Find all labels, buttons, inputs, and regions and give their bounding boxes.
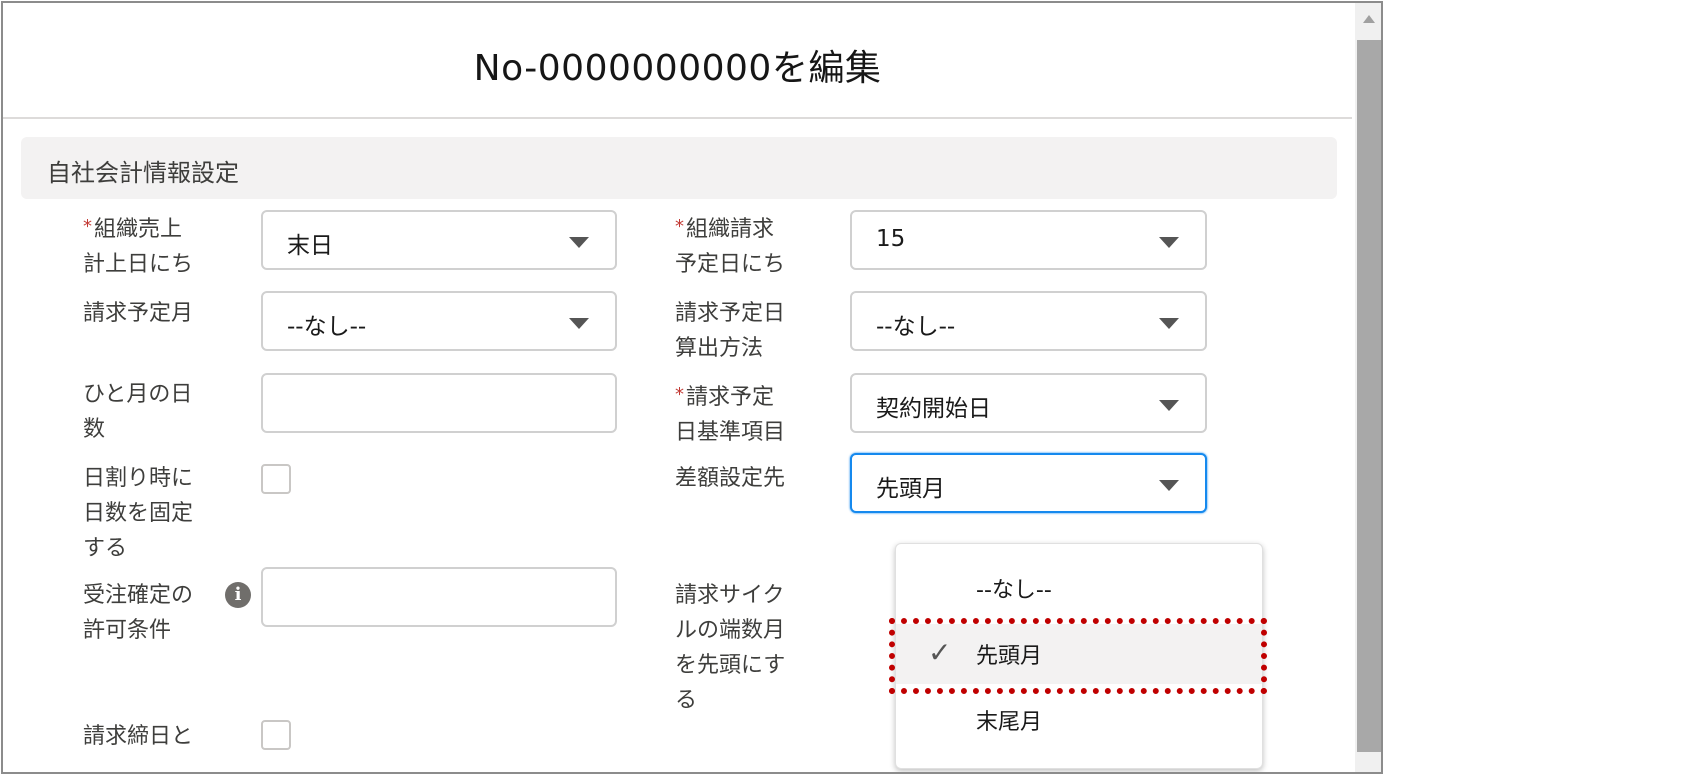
- label-diff-target: 差額設定先: [675, 466, 786, 491]
- caret-down-icon: [569, 237, 589, 248]
- caret-down-icon: [1159, 318, 1179, 329]
- diff-target-select[interactable]: 先頭月: [850, 453, 1207, 513]
- billing-day-select[interactable]: 15: [850, 210, 1207, 270]
- required-marker: *: [675, 384, 684, 405]
- label-billing-base: *請求予定 日基準項目: [675, 384, 786, 445]
- caret-down-icon: [1159, 400, 1179, 411]
- label-days-per-month: ひと月の日 数: [83, 382, 193, 442]
- scrollbar-thumb[interactable]: [1357, 40, 1381, 752]
- order-condition-input[interactable]: [261, 567, 617, 627]
- fix-days-checkbox[interactable]: [261, 464, 291, 494]
- modal-title: No-0000000000を編集: [473, 48, 882, 89]
- label-billing-day: *組織請求 予定日にち: [675, 216, 786, 277]
- section-title: 自社会計情報設定: [47, 159, 239, 187]
- billing-month-select[interactable]: --なし--: [261, 291, 617, 351]
- dropdown-option[interactable]: 末尾月: [896, 690, 1262, 750]
- billing-base-select[interactable]: 契約開始日: [850, 373, 1207, 433]
- label-fix-days: 日割り時に 日数を固定 する: [83, 466, 194, 561]
- billing-close-checkbox[interactable]: [261, 720, 291, 750]
- billing-day-value: 15: [876, 226, 906, 252]
- billing-base-value: 契約開始日: [876, 396, 991, 422]
- required-marker: *: [83, 216, 92, 237]
- billing-method-value: --なし--: [876, 314, 956, 340]
- edit-modal: No-0000000000を編集 自社会計情報設定 *組織売上 計上日にち 末日…: [1, 1, 1383, 774]
- label-sales-day: *組織売上 計上日にち: [83, 216, 194, 277]
- days-per-month-input[interactable]: [261, 373, 617, 433]
- billing-method-select[interactable]: --なし--: [850, 291, 1207, 351]
- info-icon[interactable]: i: [225, 582, 251, 608]
- caret-down-icon: [1159, 237, 1179, 248]
- label-order-condition: 受注確定の 許可条件: [83, 583, 194, 643]
- sales-day-value: 末日: [287, 233, 333, 259]
- caret-down-icon: [1159, 480, 1179, 491]
- scrollbar[interactable]: [1355, 3, 1381, 772]
- sales-day-select[interactable]: 末日: [261, 210, 617, 270]
- diff-target-value: 先頭月: [876, 476, 945, 502]
- dropdown-option[interactable]: --なし--: [896, 558, 1262, 618]
- section-header[interactable]: 自社会計情報設定: [21, 137, 1337, 199]
- modal-header: No-0000000000を編集: [3, 3, 1352, 119]
- billing-month-value: --なし--: [287, 314, 367, 340]
- caret-down-icon: [569, 318, 589, 329]
- label-billing-close: 請求締日と: [83, 724, 194, 749]
- required-marker: *: [675, 216, 684, 237]
- label-cycle-fraction: 請求サイク ルの端数月 を先頭にす る: [675, 583, 786, 713]
- highlight-annotation: [889, 618, 1267, 694]
- label-billing-month: 請求予定月: [83, 301, 194, 326]
- label-billing-method: 請求予定日 算出方法: [675, 301, 786, 361]
- scroll-up-arrow-icon[interactable]: [1363, 15, 1375, 23]
